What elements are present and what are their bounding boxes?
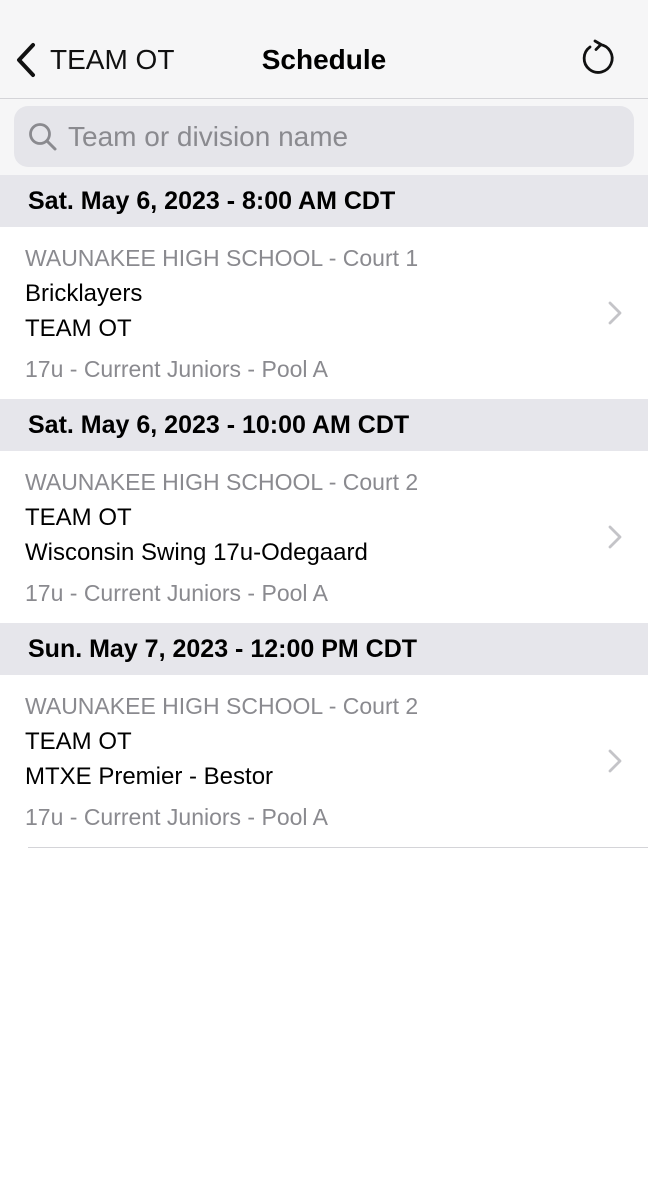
match-row[interactable]: WAUNAKEE HIGH SCHOOL - Court 1 Bricklaye… [0,227,648,399]
match-venue: WAUNAKEE HIGH SCHOOL - Court 2 [25,693,419,719]
search-icon [29,122,57,150]
match-division: 17u - Current Juniors - Pool A [25,356,328,382]
match-team-2: Wisconsin Swing 17u-Odegaard [25,539,368,566]
chevron-left-icon [17,43,35,77]
search-input[interactable] [68,120,608,153]
match-venue: WAUNAKEE HIGH SCHOOL - Court 2 [25,469,419,495]
match-row[interactable]: WAUNAKEE HIGH SCHOOL - Court 2 TEAM OT M… [0,675,648,847]
chevron-right-icon [608,301,622,325]
search-bar-container [0,99,648,175]
refresh-icon[interactable] [578,38,618,78]
match-team-1: TEAM OT [25,504,132,531]
schedule-list: Sat. May 6, 2023 - 8:00 AM CDT WAUNAKEE … [0,175,648,848]
chevron-right-icon [608,525,622,549]
date-section-header: Sat. May 6, 2023 - 10:00 AM CDT [0,399,648,451]
match-row[interactable]: WAUNAKEE HIGH SCHOOL - Court 2 TEAM OT W… [0,451,648,623]
date-section-header: Sun. May 7, 2023 - 12:00 PM CDT [0,623,648,675]
date-section-header: Sat. May 6, 2023 - 8:00 AM CDT [0,175,648,227]
navigation-bar: TEAM OT Schedule [0,0,648,99]
chevron-right-icon [608,749,622,773]
list-separator [28,847,648,848]
match-team-1: TEAM OT [25,728,132,755]
search-bar[interactable] [14,106,634,167]
match-team-2: MTXE Premier - Bestor [25,763,274,790]
match-division: 17u - Current Juniors - Pool A [25,804,328,830]
match-venue: WAUNAKEE HIGH SCHOOL - Court 1 [25,245,419,271]
back-button[interactable]: TEAM OT [14,40,174,80]
match-team-2: TEAM OT [25,315,132,342]
match-team-1: Bricklayers [25,280,143,307]
match-division: 17u - Current Juniors - Pool A [25,580,328,606]
back-button-label: TEAM OT [50,44,175,75]
